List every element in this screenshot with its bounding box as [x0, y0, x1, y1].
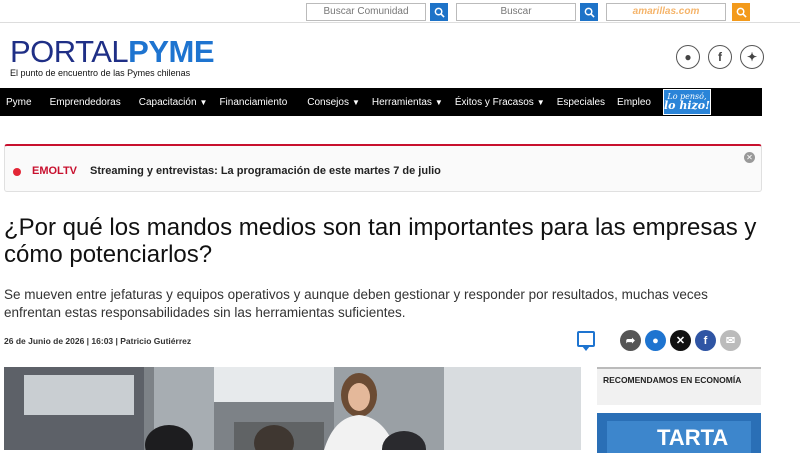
nav-label: Financiamiento: [219, 96, 288, 108]
site-search-input[interactable]: Buscar: [456, 3, 576, 21]
search-icon: [736, 7, 747, 18]
search-icon: [434, 7, 445, 18]
logo-portal: PORTAL: [10, 34, 129, 69]
social-links: ● f ✦: [668, 45, 764, 69]
article-headline: ¿Por qué los mandos medios son tan impor…: [4, 214, 757, 268]
email-icon[interactable]: ✉: [720, 330, 741, 351]
nav-label: Consejos: [307, 96, 349, 108]
nav-label: Emprendedoras: [49, 96, 121, 108]
lo-penso-lo-hizo-badge[interactable]: Lo pensó, lo hizo!: [662, 89, 711, 115]
comments-icon[interactable]: [577, 331, 595, 351]
nav-label: Capacitación: [138, 96, 197, 108]
search-icon: [584, 7, 595, 18]
nav-item-pyme[interactable]: Pyme: [0, 97, 38, 108]
close-icon[interactable]: ✕: [744, 152, 755, 163]
logo-pyme: PYME: [128, 34, 215, 69]
x-icon[interactable]: ✕: [670, 330, 691, 351]
community-search-button[interactable]: [430, 3, 448, 21]
alert-tag: EMOLTV: [32, 165, 78, 177]
nav-item-emprendedoras[interactable]: Emprendedoras: [38, 97, 127, 108]
chevron-down-icon: ▼: [536, 97, 545, 107]
tarta-thumbnail-image: TARTA: [597, 413, 761, 453]
badge-bottom-text: lo hizo!: [663, 99, 710, 112]
nav-item-empleo[interactable]: Empleo: [611, 97, 657, 108]
live-alert-banner[interactable]: EMOLTV Streaming y entrevistas: La progr…: [4, 144, 762, 192]
nav-item-financiamiento[interactable]: Financiamiento: [213, 97, 293, 108]
nav-label: Empleo: [617, 96, 651, 108]
logo-wordmark: PORTALPYME: [10, 34, 215, 69]
twitter-icon[interactable]: ✦: [740, 45, 764, 69]
facebook-icon[interactable]: f: [708, 45, 732, 69]
nav-item-herramientas[interactable]: Herramientas ▼: [366, 97, 449, 108]
sidebar-heading: RECOMENDAMOS EN ECONOMÍA: [597, 367, 761, 405]
pin-icon[interactable]: ➦: [620, 330, 641, 351]
chevron-down-icon: ▼: [434, 97, 443, 107]
community-share-icon[interactable]: ●: [645, 330, 666, 351]
top-search-bar: Buscar Comunidad Buscar amarillas.com: [0, 0, 800, 23]
main-nav: Pyme Emprendedoras Capacitación ▼ Financi…: [0, 88, 762, 116]
alert-text[interactable]: Streaming y entrevistas: La programación…: [90, 165, 441, 177]
tarta-text: TARTA: [657, 425, 728, 450]
community-search-input[interactable]: Buscar Comunidad: [306, 3, 426, 21]
nav-item-capacitacion[interactable]: Capacitación ▼: [127, 97, 214, 108]
nav-label: Herramientas: [371, 96, 432, 108]
recommended-sidebar: RECOMENDAMOS EN ECONOMÍA TARTA: [597, 367, 761, 453]
nav-label: Especiales: [556, 96, 606, 108]
nav-label: Éxitos y Fracasos: [454, 96, 534, 108]
article-lead: Se mueven entre jefaturas y equipos oper…: [4, 287, 708, 320]
live-dot-icon: [13, 168, 21, 176]
facebook-icon[interactable]: f: [695, 330, 716, 351]
nav-label: Pyme: [6, 96, 32, 108]
recommended-thumbnail[interactable]: TARTA: [597, 413, 761, 453]
amarillas-search-button[interactable]: [732, 3, 750, 21]
nav-item-consejos[interactable]: Consejos ▼: [293, 97, 366, 108]
article-photo: [4, 367, 581, 450]
chevron-down-icon: ▼: [351, 97, 360, 107]
chevron-down-icon: ▼: [199, 97, 208, 107]
nav-item-especiales[interactable]: Especiales: [551, 97, 611, 108]
article-byline: 26 de Junio de 2026 | 16:03 | Patricio G…: [4, 336, 192, 346]
logo-tagline: El punto de encuentro de las Pymes chile…: [10, 68, 191, 78]
share-buttons: ➦ ● ✕ f ✉: [620, 330, 745, 351]
site-search-button[interactable]: [580, 3, 598, 21]
nav-item-exitos[interactable]: Éxitos y Fracasos ▼: [449, 97, 551, 108]
office-meeting-image: [4, 367, 581, 450]
community-icon[interactable]: ●: [676, 45, 700, 69]
amarillas-search-input[interactable]: amarillas.com: [606, 3, 726, 21]
site-logo[interactable]: PORTALPYME El punto de encuentro de las …: [10, 34, 215, 78]
